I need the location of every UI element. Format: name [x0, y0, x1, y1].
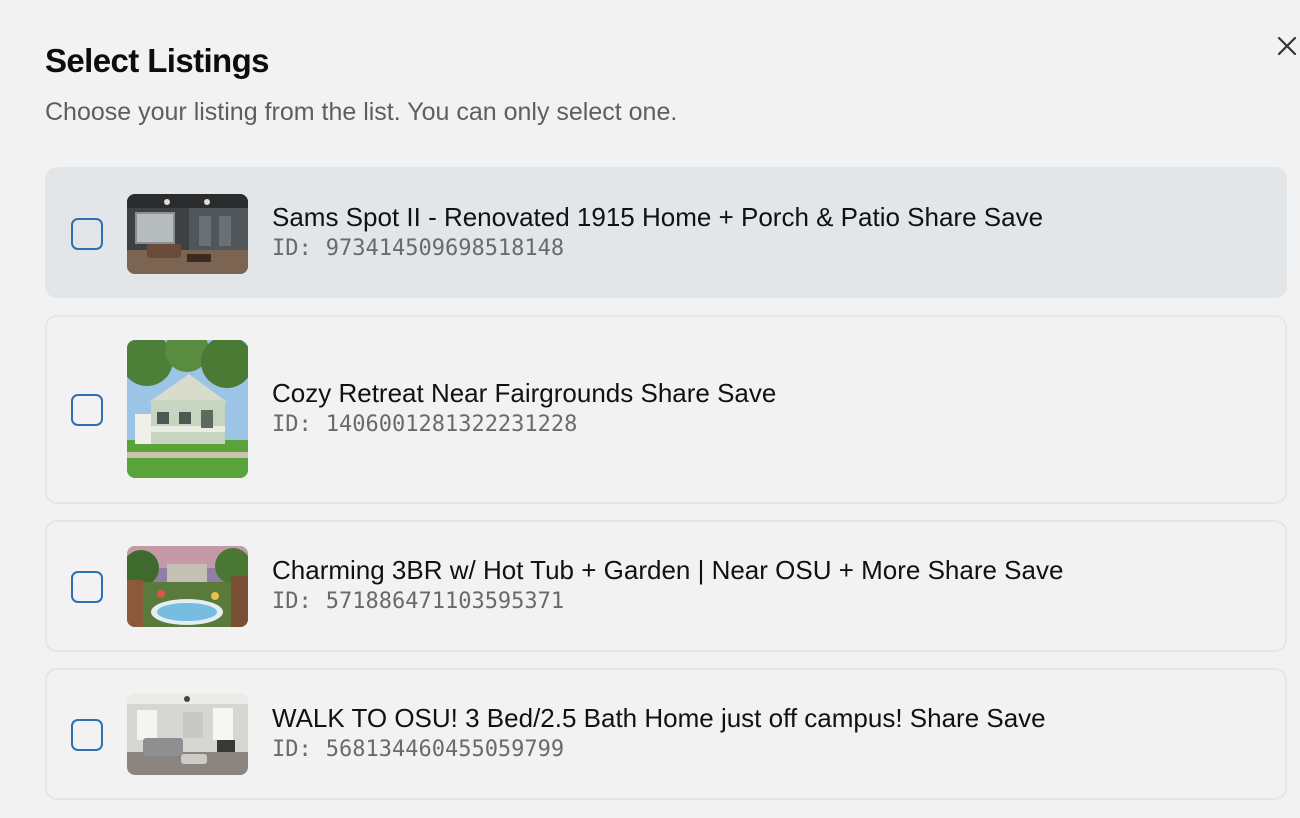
bright-living-room-photo	[127, 694, 248, 775]
listing-id-label: ID:	[272, 737, 312, 762]
listing-item[interactable]: Cozy Retreat Near Fairgrounds Share Save…	[45, 315, 1287, 504]
listing-item[interactable]: Charming 3BR w/ Hot Tub + Garden | Near …	[45, 520, 1287, 652]
listing-id: ID: 568134460455059799	[272, 736, 1046, 764]
listing-checkbox[interactable]	[71, 719, 103, 751]
close-button[interactable]	[1274, 33, 1300, 59]
listing-item[interactable]: WALK TO OSU! 3 Bed/2.5 Bath Home just of…	[45, 668, 1287, 800]
listing-id-value: 568134460455059799	[325, 737, 565, 762]
select-listings-dialog: Select Listings Choose your listing from…	[0, 0, 1300, 818]
listing-checkbox[interactable]	[71, 571, 103, 603]
listing-text: Charming 3BR w/ Hot Tub + Garden | Near …	[272, 554, 1063, 616]
dialog-title: Select Listings	[45, 42, 270, 79]
listing-thumbnail	[127, 694, 248, 775]
listing-title: Cozy Retreat Near Fairgrounds Share Save	[272, 378, 777, 408]
listing-id-label: ID:	[272, 412, 312, 437]
listing-id-label: ID:	[272, 236, 312, 261]
listing-item[interactable]: Sams Spot II - Renovated 1915 Home + Por…	[45, 167, 1287, 298]
listing-checkbox[interactable]	[71, 394, 103, 426]
listing-text: Sams Spot II - Renovated 1915 Home + Por…	[272, 201, 1043, 263]
listing-checkbox[interactable]	[71, 218, 103, 250]
listing-id-value: 571886471103595371	[325, 589, 565, 614]
listing-title: Sams Spot II - Renovated 1915 Home + Por…	[272, 202, 1044, 232]
listing-id-label: ID:	[272, 589, 312, 614]
listing-id: ID: 973414509698518148	[272, 235, 1043, 263]
hot-tub-garden-photo	[127, 546, 248, 627]
listing-thumbnail	[127, 546, 248, 627]
listing-title: WALK TO OSU! 3 Bed/2.5 Bath Home just of…	[272, 703, 1046, 733]
listing-id-value: 973414509698518148	[325, 236, 565, 261]
listing-id: ID: 1406001281322231228	[272, 411, 776, 439]
living-room-photo	[127, 194, 248, 274]
listing-thumbnail	[127, 194, 248, 274]
listing-text: WALK TO OSU! 3 Bed/2.5 Bath Home just of…	[272, 702, 1046, 764]
listing-text: Cozy Retreat Near Fairgrounds Share Save…	[272, 377, 776, 439]
house-exterior-photo	[127, 340, 248, 478]
listing-id: ID: 571886471103595371	[272, 588, 1063, 616]
close-icon	[1277, 36, 1297, 56]
listing-id-value: 1406001281322231228	[325, 412, 578, 437]
listing-title: Charming 3BR w/ Hot Tub + Garden | Near …	[272, 555, 1064, 585]
listing-thumbnail	[127, 340, 248, 478]
dialog-subtitle: Choose your listing from the list. You c…	[45, 98, 678, 126]
